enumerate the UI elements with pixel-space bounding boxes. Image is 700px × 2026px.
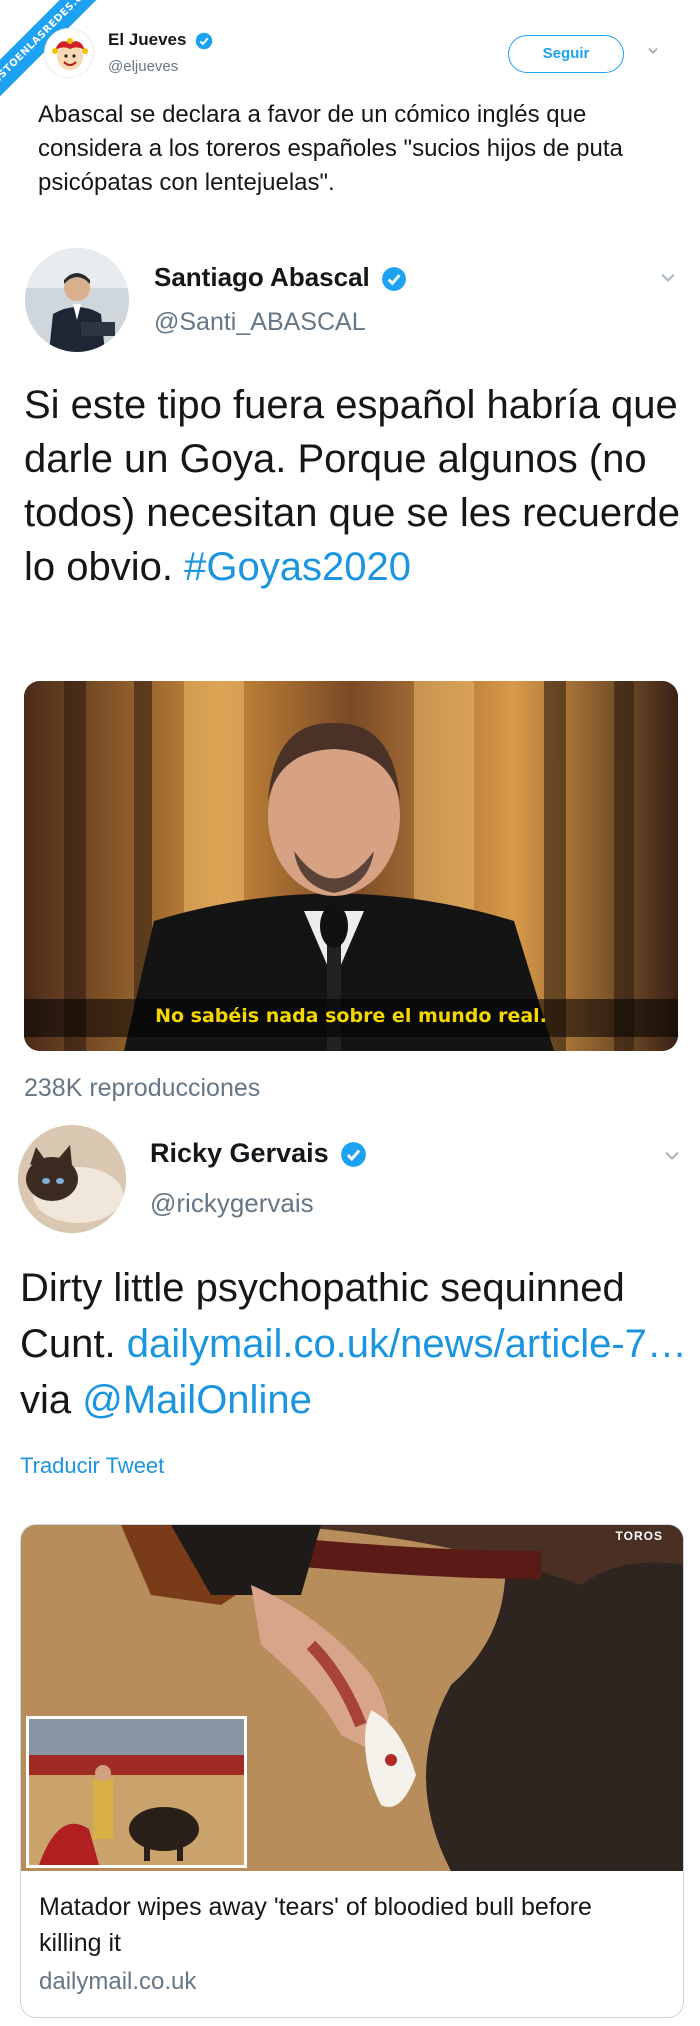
el-jueves-logo-icon: [52, 38, 88, 70]
author-name-text: El Jueves: [108, 30, 187, 49]
verified-badge-icon: [341, 1142, 367, 1168]
image-watermark: TOROS: [615, 1529, 663, 1543]
avatar[interactable]: [18, 1125, 126, 1233]
via-text: via: [20, 1378, 83, 1422]
video-subtitle: No sabéis nada sobre el mundo real.: [155, 1005, 547, 1027]
card-title: Matador wipes away 'tears' of bloodied b…: [39, 1893, 592, 1957]
avatar[interactable]: [44, 28, 94, 78]
video-frame-image: [24, 681, 678, 1051]
article-link[interactable]: dailymail.co.uk/news/article-7…: [127, 1322, 687, 1366]
verified-badge-icon: [195, 32, 213, 49]
card-domain: dailymail.co.uk: [39, 1968, 197, 1995]
inset-photo: [26, 1716, 247, 1868]
quoted-author-handle[interactable]: @Santi_ABASCAL: [154, 308, 366, 337]
chevron-down-icon[interactable]: [658, 268, 678, 288]
quoted-tweet-text: Si este tipo fuera español habría que da…: [24, 378, 684, 594]
quoted-author-handle[interactable]: @rickygervais: [150, 1188, 314, 1219]
quoted-author-name-text: Ricky Gervais: [150, 1138, 329, 1168]
quoted-author-name-text: Santiago Abascal: [154, 262, 370, 292]
bullring-photo-image: [29, 1719, 244, 1865]
video-player[interactable]: No sabéis nada sobre el mundo real.: [24, 681, 678, 1051]
avatar[interactable]: [25, 248, 129, 352]
quoted-author-name[interactable]: Santiago Abascal: [154, 262, 407, 293]
translate-tweet-link[interactable]: Traducir Tweet: [20, 1453, 164, 1479]
view-count: 238K reproducciones: [24, 1074, 261, 1102]
quoted-tweet-text: Dirty little psychopathic sequinned Cunt…: [20, 1260, 690, 1428]
follow-button[interactable]: Seguir: [508, 35, 624, 73]
quoted-author-name[interactable]: Ricky Gervais: [150, 1138, 367, 1169]
author-handle[interactable]: @eljueves: [108, 58, 178, 75]
author-name[interactable]: El Jueves: [108, 30, 213, 50]
mention-link[interactable]: @MailOnline: [82, 1378, 312, 1422]
verified-badge-icon: [382, 267, 406, 292]
chevron-down-icon[interactable]: [662, 1146, 682, 1166]
gervais-avatar-image: [18, 1125, 126, 1233]
tweet-text: Abascal se declara a favor de un cómico …: [38, 101, 623, 196]
card-image: TOROS: [21, 1525, 683, 1871]
abascal-avatar-image: [25, 248, 129, 352]
link-card[interactable]: TOROS Matador wipes away 'tears' of bloo…: [20, 1524, 684, 2018]
hashtag-link[interactable]: #Goyas2020: [184, 545, 411, 589]
chevron-down-icon[interactable]: [646, 44, 660, 58]
